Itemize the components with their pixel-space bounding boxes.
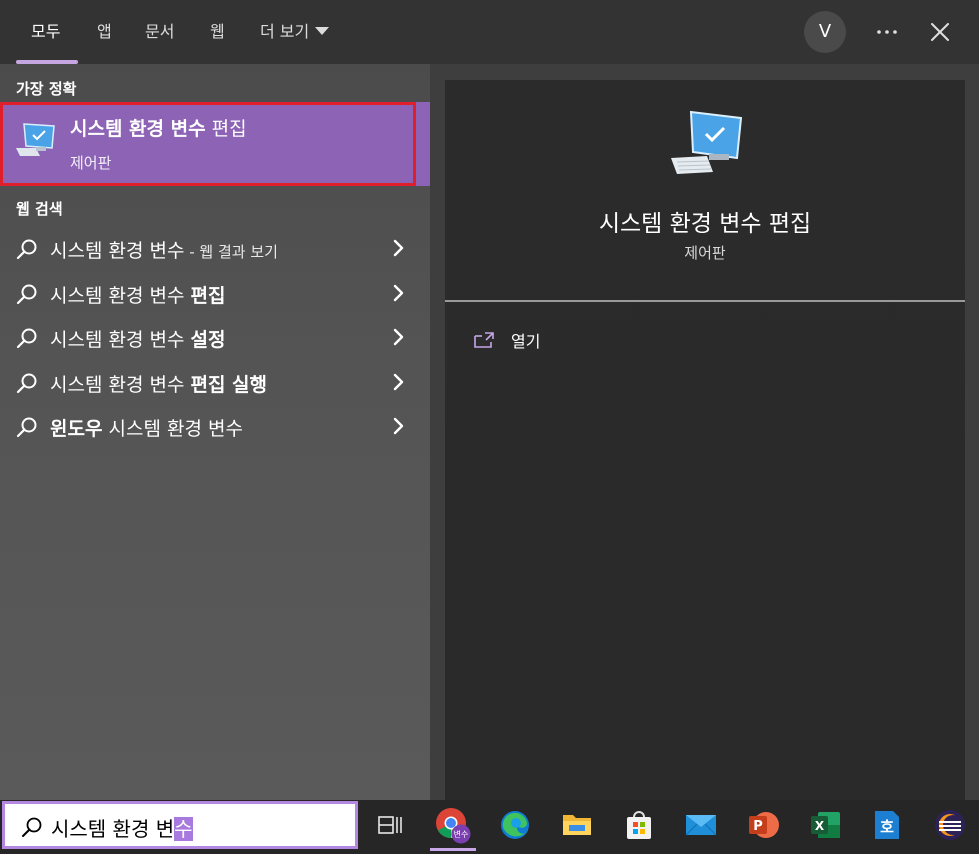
preview-subtitle: 제어판: [684, 244, 726, 262]
taskbar-hwp[interactable]: 호: [858, 800, 916, 850]
web-result-text-bold: 편집: [190, 285, 226, 307]
best-match-title: 시스템 환경 변수 편집: [70, 114, 247, 141]
web-result-text-bold: 편집 실행: [190, 374, 268, 396]
divider: [445, 300, 965, 302]
active-app-indicator: [430, 848, 476, 851]
web-result-row[interactable]: 윈도우 시스템 환경 변수: [0, 404, 430, 448]
svg-text:P: P: [753, 819, 763, 834]
taskbar-microsoft-store[interactable]: [610, 800, 668, 850]
tab-all[interactable]: 모두: [31, 0, 60, 64]
taskbar-chrome[interactable]: 변수: [424, 800, 482, 850]
search-input-text: 시스템 환경 변수: [51, 813, 193, 842]
best-match-title-bold: 시스템 환경 변수: [70, 118, 206, 140]
results-panel: 가장 정확 시스템 환경 변수 편집 제어판 웹 검색 시스템 환경 변수 - …: [0, 64, 430, 800]
chrome-profile-badge: 변수: [454, 829, 469, 839]
account-avatar[interactable]: V: [804, 11, 846, 53]
close-icon: [931, 23, 949, 41]
chevron-right-icon: [393, 417, 404, 435]
web-result-text-pre: 시스템 환경 변수: [50, 374, 191, 396]
preview-title: 시스템 환경 변수 편집: [598, 211, 812, 237]
web-result-text-bold: 윈도우: [50, 418, 103, 440]
search-typed-text: 시스템 환경 변: [51, 817, 175, 841]
taskbar-mail[interactable]: [672, 800, 730, 850]
tab-more[interactable]: 더 보기: [260, 0, 330, 64]
chevron-right-icon: [393, 328, 404, 346]
search-icon: [16, 284, 37, 305]
best-match-subtitle: 제어판: [70, 154, 112, 172]
computer-monitor-icon: [671, 110, 743, 174]
taskbar-edge[interactable]: [486, 800, 544, 850]
tab-web[interactable]: 웹: [210, 0, 225, 64]
search-icon: [22, 817, 42, 837]
search-icon: [16, 373, 37, 394]
chevron-right-icon: [393, 373, 404, 391]
web-result-text: 시스템 환경 변수 편집 실행: [50, 370, 267, 397]
eclipse-icon: [935, 810, 965, 840]
web-result-text: 시스템 환경 변수 - 웹 결과 보기: [50, 236, 278, 263]
computer-monitor-icon: [16, 123, 55, 156]
preview-card: 시스템 환경 변수 편집 제어판 열기: [445, 80, 965, 800]
close-button[interactable]: [922, 14, 958, 50]
excel-icon: X: [811, 812, 840, 838]
hwp-icon-label: 호: [880, 818, 894, 836]
tab-more-label: 더 보기: [260, 22, 310, 41]
chevron-right-icon: [393, 239, 404, 257]
web-search-label: 웹 검색: [16, 200, 63, 218]
folder-icon: [563, 815, 591, 835]
best-match-title-rest: 편집: [205, 118, 247, 140]
search-icon: [16, 239, 37, 260]
web-result-suffix: - 웹 결과 보기: [184, 243, 278, 261]
web-result-text-post: 시스템 환경 변수: [102, 418, 243, 440]
open-action[interactable]: 열기: [473, 328, 540, 352]
powerpoint-icon: P: [749, 812, 779, 838]
web-result-text: 윈도우 시스템 환경 변수: [50, 414, 243, 441]
web-result-row[interactable]: 시스템 환경 변수 - 웹 결과 보기: [0, 226, 430, 270]
hwp-icon: 호: [875, 811, 899, 839]
edge-icon: [501, 811, 529, 839]
mail-icon: [685, 815, 717, 836]
open-action-label: 열기: [511, 332, 541, 351]
taskbar-powerpoint[interactable]: P: [734, 800, 792, 850]
search-icon: [16, 417, 37, 438]
web-result-row[interactable]: 시스템 환경 변수 편집 실행: [0, 360, 430, 404]
web-result-text-pre: 시스템 환경 변수: [50, 240, 185, 262]
taskbar-search-box[interactable]: 시스템 환경 변수: [2, 801, 358, 849]
web-result-row[interactable]: 시스템 환경 변수 설정: [0, 315, 430, 359]
web-result-text-bold: 설정: [190, 329, 226, 351]
taskbar-eclipse[interactable]: [921, 800, 979, 850]
taskbar-excel[interactable]: X: [796, 800, 854, 850]
web-result-row[interactable]: 시스템 환경 변수 편집: [0, 271, 430, 315]
taskbar: 시스템 환경 변수 변수 P X 호: [0, 800, 979, 854]
web-result-text-pre: 시스템 환경 변수: [50, 285, 191, 307]
store-bag-icon: [627, 811, 651, 839]
best-match-label: 가장 정확: [16, 80, 77, 98]
preview-panel: 시스템 환경 변수 편집 제어판 열기: [430, 64, 979, 800]
chevron-right-icon: [393, 284, 404, 302]
tab-documents[interactable]: 문서: [145, 0, 174, 64]
svg-text:X: X: [815, 819, 825, 833]
caret-down-icon: [315, 26, 330, 35]
search-icon: [16, 328, 37, 349]
task-view-button[interactable]: [361, 800, 419, 850]
best-match-result[interactable]: 시스템 환경 변수 편집 제어판: [0, 102, 430, 186]
search-selected-text: 수: [174, 817, 193, 841]
web-result-text: 시스템 환경 변수 설정: [50, 325, 225, 352]
web-result-text-pre: 시스템 환경 변수: [50, 329, 191, 351]
open-external-icon: [474, 332, 494, 348]
chrome-icon: 변수: [436, 808, 471, 844]
taskbar-file-explorer[interactable]: [548, 800, 606, 850]
task-view-icon: [378, 816, 402, 834]
more-options-button[interactable]: [869, 14, 905, 50]
tab-apps[interactable]: 앱: [97, 0, 112, 64]
web-result-text: 시스템 환경 변수 편집: [50, 281, 225, 308]
ellipsis-icon: [877, 30, 897, 34]
search-filter-bar: 모두 앱 문서 웹 더 보기 V: [0, 0, 979, 64]
